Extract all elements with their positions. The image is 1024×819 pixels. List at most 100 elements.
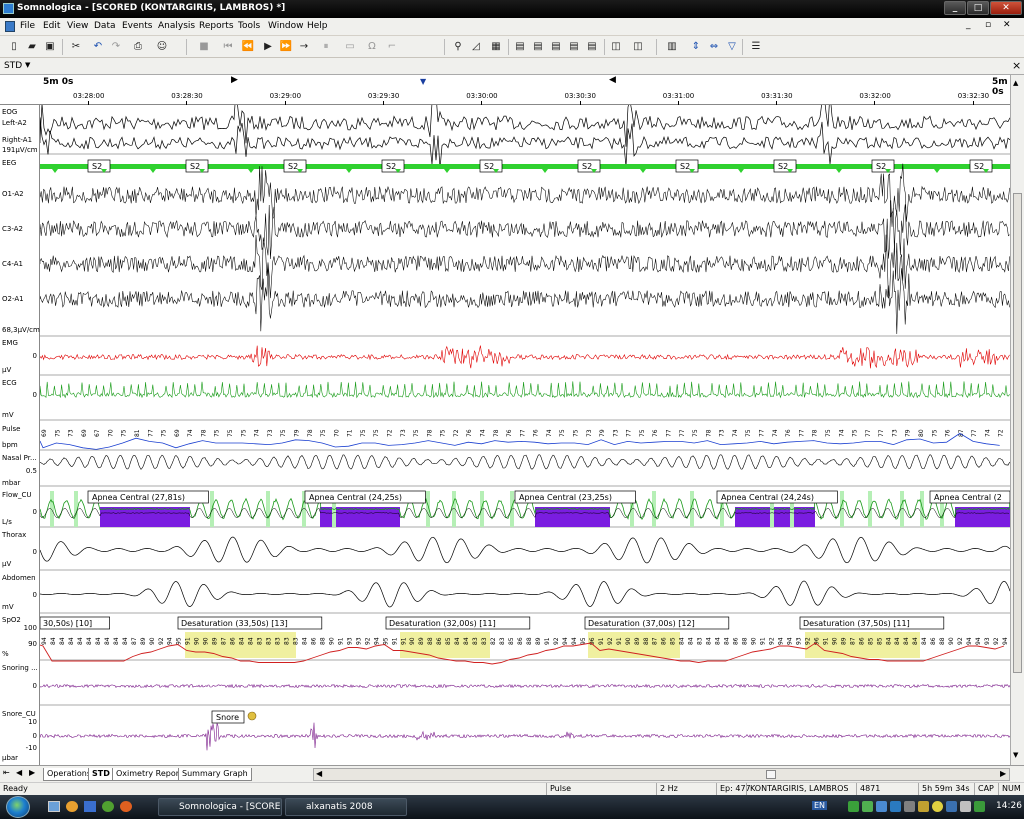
right-marker-icon[interactable]: ◀: [609, 75, 616, 85]
horizontal-scrollbar[interactable]: ◀ ▶: [313, 768, 1010, 781]
play-icon[interactable]: ▶: [260, 39, 276, 55]
tray-power-icon[interactable]: [974, 801, 985, 812]
switch-windows-icon[interactable]: [84, 801, 96, 812]
panel1-icon[interactable]: ◫: [608, 39, 624, 55]
tab-nav-next-icon[interactable]: ▶: [29, 768, 35, 777]
record-icon[interactable]: ▭: [342, 39, 358, 55]
snore-cu-label[interactable]: Snore_CU: [2, 710, 36, 718]
skip-start-icon[interactable]: ⏮: [220, 39, 236, 55]
clock[interactable]: 14:26: [996, 801, 1022, 811]
scroll-right-icon[interactable]: ▶: [1000, 769, 1006, 778]
pulse-label[interactable]: Pulse: [2, 425, 20, 433]
menu-events[interactable]: Events: [122, 21, 152, 31]
minimize-button[interactable]: _: [944, 1, 966, 15]
show-desktop-icon[interactable]: [48, 801, 60, 812]
chevron-down-icon[interactable]: ▼: [25, 61, 30, 69]
doc-close-button[interactable]: ✕: [1003, 20, 1011, 30]
ecg-label[interactable]: ECG: [2, 379, 17, 387]
stop-icon[interactable]: ■: [196, 39, 212, 55]
tray-security-icon[interactable]: [918, 801, 929, 812]
tray-volume-icon[interactable]: [960, 801, 971, 812]
tab-oximetry-report[interactable]: Oximetry Report: [112, 768, 187, 781]
open-folder-icon[interactable]: ▰: [24, 39, 40, 55]
layout-icon[interactable]: ▥: [664, 39, 680, 55]
thorax-label[interactable]: Thorax: [2, 531, 26, 539]
menu-data[interactable]: Data: [94, 21, 116, 31]
h-scroll-thumb[interactable]: [766, 770, 776, 779]
maximize-button[interactable]: □: [967, 1, 989, 15]
expand-icon[interactable]: ⇕: [688, 39, 704, 55]
scroll-up-icon[interactable]: ▲: [1013, 79, 1022, 88]
skip-back-icon[interactable]: ⏪: [240, 39, 256, 55]
tray-monitor-icon[interactable]: [946, 801, 957, 812]
settings-icon[interactable]: ☰: [748, 39, 764, 55]
firefox-icon[interactable]: [120, 801, 132, 812]
marker-icon[interactable]: ⌐: [384, 39, 400, 55]
pause-icon[interactable]: ⏸: [318, 39, 334, 55]
redo-icon[interactable]: ↷: [108, 39, 124, 55]
step-forward-icon[interactable]: →: [296, 39, 312, 55]
signal-plot[interactable]: S2 S2 S2 S2 S2 S2 S2 S2 S2 S2 69 75 73 69 67 70 75 81 77 75…: [40, 105, 1010, 765]
media-player-icon[interactable]: [66, 801, 78, 812]
close-view-button[interactable]: ×: [1012, 59, 1021, 72]
measure-icon[interactable]: ◿: [468, 39, 484, 55]
menu-edit[interactable]: Edit: [43, 21, 60, 31]
grid-icon[interactable]: ▦: [488, 39, 504, 55]
panel2-icon[interactable]: ◫: [630, 39, 646, 55]
zoom-icon[interactable]: ⚲: [450, 39, 466, 55]
tab-nav-first-icon[interactable]: ⇤: [3, 768, 10, 777]
print-icon[interactable]: ⎙: [130, 39, 146, 55]
window4-icon[interactable]: ▤: [566, 39, 582, 55]
left-marker-icon[interactable]: ▶: [231, 75, 238, 85]
document-icon[interactable]: [5, 21, 15, 32]
abdomen-label[interactable]: Abdomen: [2, 574, 36, 582]
eeg-label[interactable]: EEG: [2, 159, 16, 167]
start-button[interactable]: [6, 796, 30, 818]
menu-analysis[interactable]: Analysis: [158, 21, 195, 31]
time-ruler[interactable]: 5m 0s 5m 0s ▶ ▼ ◀ 03:28:00 03:28:30 03:29:…: [0, 75, 1010, 105]
compress-icon[interactable]: ⇔: [706, 39, 722, 55]
language-indicator[interactable]: EN: [812, 801, 828, 810]
vertical-scrollbar[interactable]: ▲ ▼: [1010, 75, 1024, 765]
flow-label[interactable]: Flow_CU: [2, 491, 32, 499]
menu-view[interactable]: View: [67, 21, 88, 31]
view-selector[interactable]: STD: [4, 61, 22, 71]
omega-icon[interactable]: Ω: [364, 39, 380, 55]
app-quicklaunch-icon[interactable]: [102, 801, 114, 812]
tab-nav-prev-icon[interactable]: ◀: [16, 768, 22, 777]
task-somnologica[interactable]: Somnologica - [SCORE...: [158, 798, 282, 816]
scroll-down-icon[interactable]: ▼: [1013, 751, 1022, 760]
tray-device-icon[interactable]: [904, 801, 915, 812]
scroll-thumb[interactable]: [1013, 193, 1022, 673]
menu-file[interactable]: File: [20, 21, 35, 31]
tray-bluetooth-icon[interactable]: [890, 801, 901, 812]
menu-window[interactable]: Window: [268, 21, 304, 31]
task-alxanatis[interactable]: alxanatis 2008: [285, 798, 407, 816]
tray-network-icon[interactable]: [848, 801, 859, 812]
scroll-left-icon[interactable]: ◀: [316, 769, 322, 778]
menu-help[interactable]: Help: [307, 21, 328, 31]
filter-icon[interactable]: ▽: [724, 39, 740, 55]
cut-icon[interactable]: ✂: [68, 39, 84, 55]
fast-forward-icon[interactable]: ⏩: [278, 39, 294, 55]
eog-label[interactable]: EOG: [2, 108, 17, 116]
tray-update-icon[interactable]: [862, 801, 873, 812]
position-marker-icon[interactable]: ▼: [420, 77, 426, 86]
tray-smiley-icon[interactable]: [932, 801, 943, 812]
doc-minimize-button[interactable]: _: [966, 20, 971, 30]
tab-summary-graph[interactable]: Summary Graph: [178, 768, 252, 781]
close-button[interactable]: ✕: [990, 1, 1022, 15]
window1-icon[interactable]: ▤: [512, 39, 528, 55]
doc-restore-button[interactable]: ▫: [985, 20, 991, 30]
window5-icon[interactable]: ▤: [584, 39, 600, 55]
emg-label[interactable]: EMG: [2, 339, 18, 347]
menu-reports[interactable]: Reports: [199, 21, 234, 31]
menu-tools[interactable]: Tools: [238, 21, 260, 31]
tray-display-icon[interactable]: [876, 801, 887, 812]
snoring-label[interactable]: Snoring ...: [2, 664, 38, 672]
patient-icon[interactable]: ☺: [154, 39, 170, 55]
undo-icon[interactable]: ↶: [90, 39, 106, 55]
new-file-icon[interactable]: ▯: [6, 39, 22, 55]
window3-icon[interactable]: ▤: [548, 39, 564, 55]
spo2-label[interactable]: SpO2: [2, 616, 21, 624]
